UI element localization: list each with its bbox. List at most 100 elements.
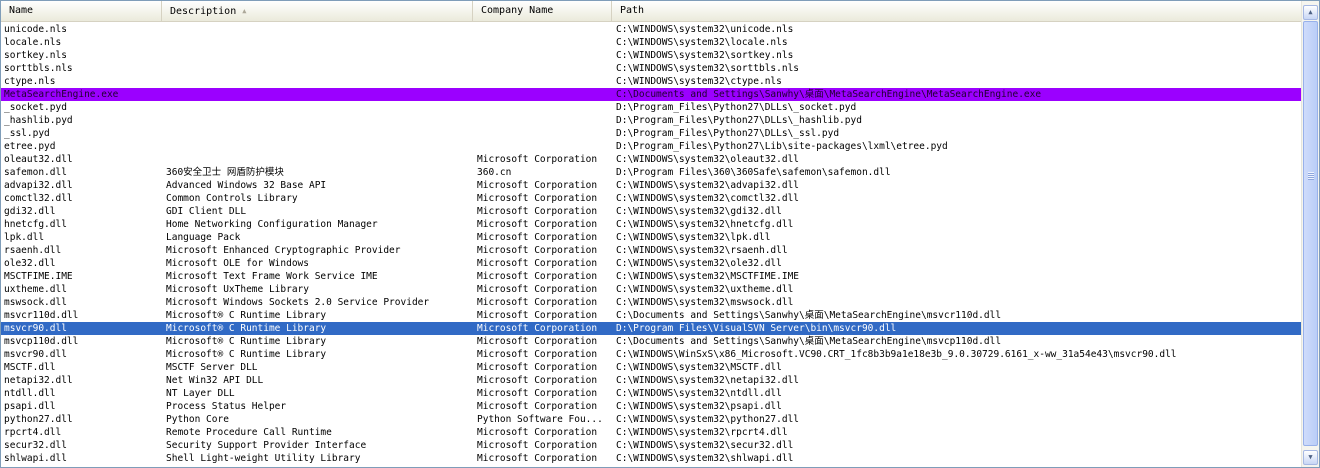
cell-name: ctype.nls <box>4 76 56 87</box>
table-row[interactable]: sorttbls.nls C:\WINDOWS\system32\sorttbls… <box>1 62 1301 75</box>
table-row[interactable]: rsaenh.dll Microsoft Enhanced Cryptograph… <box>1 244 1301 257</box>
table-row[interactable]: locale.nls C:\WINDOWS\system32\locale.nls <box>1 36 1301 49</box>
table-row[interactable]: shlwapi.dll Shell Light-weight Utility Li… <box>1 452 1301 465</box>
cell-description <box>162 62 473 75</box>
table-row[interactable]: MSCTF.dll MSCTF Server DLL Microsoft Corpo… <box>1 361 1301 374</box>
table-row[interactable]: MetaSearchEngine.exe C:\Documents and Set… <box>1 88 1301 101</box>
cell-name: msvcp110d.dll <box>4 336 79 347</box>
table-row[interactable]: psapi.dll Process Status Helper Microsoft … <box>1 400 1301 413</box>
cell-path: C:\Documents and Settings\Sanwhy\桌面\Meta… <box>616 89 1042 100</box>
cell-name: msvcr110d.dll <box>4 310 79 321</box>
scrollbar-thumb[interactable] <box>1303 21 1318 446</box>
cell-name: unicode.nls <box>4 24 67 35</box>
cell-path: C:\WINDOWS\system32\mswsock.dll <box>616 297 794 308</box>
table-row[interactable]: comctl32.dll Common Controls Library Micro… <box>1 192 1301 205</box>
cell-description <box>162 23 473 36</box>
cell-path: C:\WINDOWS\system32\ntdll.dll <box>616 388 782 399</box>
cell-name: sortkey.nls <box>4 50 67 61</box>
table-row[interactable]: advapi32.dll Advanced Windows 32 Base API… <box>1 179 1301 192</box>
cell-description: Common Controls Library <box>166 193 298 204</box>
table-row[interactable]: secur32.dll Security Support Provider Int… <box>1 439 1301 452</box>
cell-description: Microsoft Enhanced Cryptographic Provide… <box>166 245 401 256</box>
cell-company <box>473 62 612 75</box>
cell-company: Microsoft Corporation <box>477 258 598 269</box>
cell-company <box>473 75 612 88</box>
table-row[interactable]: netapi32.dll Net Win32 API DLL Microsoft C… <box>1 374 1301 387</box>
table-row[interactable]: lpk.dll Language Pack Microsoft Corporatio… <box>1 231 1301 244</box>
cell-description: GDI Client DLL <box>166 206 247 217</box>
cell-name: msvcr90.dll <box>4 349 67 360</box>
cell-path: C:\WINDOWS\system32\shlwapi.dll <box>616 453 794 464</box>
column-header-company[interactable]: Company Name <box>473 1 612 21</box>
table-row[interactable]: ntdll.dll NT Layer DLL Microsoft Corporati… <box>1 387 1301 400</box>
table-row[interactable]: python27.dll Python Core Python Software F… <box>1 413 1301 426</box>
cell-company: Microsoft Corporation <box>477 349 598 360</box>
cell-name: lpk.dll <box>4 232 45 243</box>
table-row[interactable]: msvcr90.dll Microsoft® C Runtime Library M… <box>1 348 1301 361</box>
cell-company <box>473 114 612 127</box>
table-row[interactable]: ole32.dll Microsoft OLE for Windows Micros… <box>1 257 1301 270</box>
cell-company: Microsoft Corporation <box>477 271 598 282</box>
scroll-down-arrow-icon[interactable]: ▼ <box>1303 450 1318 465</box>
table-row[interactable]: rpcrt4.dll Remote Procedure Call Runtime M… <box>1 426 1301 439</box>
dll-table-body: unicode.nls C:\WINDOWS\system32\unicode.n… <box>1 23 1301 465</box>
cell-description: Net Win32 API DLL <box>166 375 264 386</box>
cell-name: hnetcfg.dll <box>4 219 67 230</box>
table-row[interactable]: hnetcfg.dll Home Networking Configuration… <box>1 218 1301 231</box>
cell-description <box>162 140 473 153</box>
cell-name: ntdll.dll <box>4 388 56 399</box>
table-row[interactable]: _socket.pyd D:\Program_Files\Python27\DLL… <box>1 101 1301 114</box>
table-row[interactable]: unicode.nls C:\WINDOWS\system32\unicode.n… <box>1 23 1301 36</box>
cell-name: _ssl.pyd <box>4 128 50 139</box>
cell-path: D:\Program_Files\Python27\DLLs\_hashlib.… <box>616 115 862 126</box>
cell-path: C:\WINDOWS\system32\unicode.nls <box>616 24 794 35</box>
cell-description <box>162 49 473 62</box>
column-header-path-label: Path <box>620 5 645 16</box>
cell-name: secur32.dll <box>4 440 67 451</box>
cell-company: 360.cn <box>477 167 512 178</box>
cell-description: MSCTF Server DLL <box>166 362 258 373</box>
table-row[interactable]: ctype.nls C:\WINDOWS\system32\ctype.nls <box>1 75 1301 88</box>
cell-path: C:\Documents and Settings\Sanwhy\桌面\Meta… <box>616 336 1002 347</box>
cell-name: safemon.dll <box>4 167 67 178</box>
column-header-path[interactable]: Path <box>612 1 1301 21</box>
table-row[interactable]: msvcp110d.dll Microsoft® C Runtime Librar… <box>1 335 1301 348</box>
column-header-company-label: Company Name <box>481 5 554 16</box>
cell-path: C:\WINDOWS\system32\uxtheme.dll <box>616 284 794 295</box>
cell-company <box>473 49 612 62</box>
cell-description <box>162 153 473 166</box>
table-row[interactable]: sortkey.nls C:\WINDOWS\system32\sortkey.n… <box>1 49 1301 62</box>
scroll-up-arrow-icon[interactable]: ▲ <box>1303 5 1318 20</box>
table-row[interactable]: mswsock.dll Microsoft Windows Sockets 2.0… <box>1 296 1301 309</box>
cell-description: 360安全卫士 网盾防护模块 <box>166 167 284 178</box>
table-row[interactable]: MSCTFIME.IME Microsoft Text Frame Work Se… <box>1 270 1301 283</box>
table-row[interactable]: msvcr90.dll Microsoft® C Runtime Library M… <box>1 322 1301 335</box>
cell-description <box>162 75 473 88</box>
cell-company: Microsoft Corporation <box>477 219 598 230</box>
table-row[interactable]: uxtheme.dll Microsoft UxTheme Library Micr… <box>1 283 1301 296</box>
column-header-description[interactable]: Description ▲ <box>162 1 473 21</box>
table-row[interactable]: etree.pyd D:\Program_Files\Python27\Lib\s… <box>1 140 1301 153</box>
cell-company: Microsoft Corporation <box>477 453 598 464</box>
cell-company: Microsoft Corporation <box>477 375 598 386</box>
column-header-bar: Name Description ▲ Company Name Path <box>1 1 1301 22</box>
cell-name: mswsock.dll <box>4 297 67 308</box>
cell-description: Home Networking Configuration Manager <box>166 219 378 230</box>
table-row[interactable]: oleaut32.dll Microsoft Corporation C:\WIND… <box>1 153 1301 166</box>
column-header-name[interactable]: Name <box>1 1 162 21</box>
table-row[interactable]: _hashlib.pyd D:\Program_Files\Python27\DL… <box>1 114 1301 127</box>
cell-description: Process Status Helper <box>166 401 287 412</box>
table-row[interactable]: safemon.dll 360安全卫士 网盾防护模块 360.cn D:\Progra… <box>1 166 1301 179</box>
table-row[interactable]: gdi32.dll GDI Client DLL Microsoft Corpora… <box>1 205 1301 218</box>
cell-name: rsaenh.dll <box>4 245 62 256</box>
cell-description: Microsoft® C Runtime Library <box>166 349 327 360</box>
table-row[interactable]: _ssl.pyd D:\Program_Files\Python27\DLLs\_… <box>1 127 1301 140</box>
vertical-scrollbar[interactable]: ▲ ▼ <box>1301 1 1319 467</box>
cell-name: ole32.dll <box>4 258 56 269</box>
cell-description <box>162 36 473 49</box>
cell-name: _hashlib.pyd <box>4 115 73 126</box>
cell-company: Microsoft Corporation <box>477 154 598 165</box>
cell-name: gdi32.dll <box>4 206 56 217</box>
table-row[interactable]: msvcr110d.dll Microsoft® C Runtime Librar… <box>1 309 1301 322</box>
cell-name: shlwapi.dll <box>4 453 67 464</box>
